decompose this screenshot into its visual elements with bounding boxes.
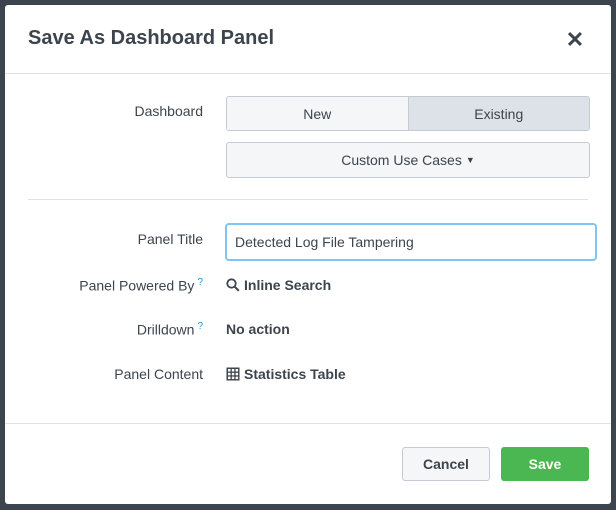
powered-by-text: Inline Search — [244, 277, 332, 293]
drilldown-text: Drilldown — [136, 321, 195, 338]
existing-dashboard-value: Custom Use Cases — [341, 152, 462, 168]
panel-powered-by-text: Panel Powered By — [79, 277, 195, 294]
panel-title-input[interactable] — [225, 223, 597, 261]
dashboard-type-toggle: New Existing — [226, 96, 590, 131]
panel-content-value: Statistics Table — [226, 366, 346, 382]
cancel-button[interactable]: Cancel — [402, 447, 490, 481]
panel-content-text: Statistics Table — [244, 366, 346, 382]
caret-down-icon: ▼ — [465, 155, 475, 165]
close-icon[interactable]: ✕ — [563, 27, 587, 53]
help-icon[interactable]: ? — [197, 321, 203, 332]
dialog-title: Save As Dashboard Panel — [28, 27, 275, 49]
dialog-header: Save As Dashboard Panel ✕ — [5, 5, 611, 74]
panel-powered-by-value: Inline Search — [226, 277, 331, 293]
dashboard-existing-option[interactable]: Existing — [408, 97, 589, 130]
drilldown-value: No action — [226, 321, 290, 337]
help-icon[interactable]: ? — [197, 277, 203, 288]
table-icon — [226, 367, 240, 381]
panel-content-label: Panel Content — [114, 366, 203, 382]
dashboard-new-option[interactable]: New — [227, 97, 409, 130]
save-as-dashboard-panel-dialog: Save As Dashboard Panel ✕ Dashboard New … — [5, 5, 611, 504]
search-icon — [226, 278, 240, 292]
panel-title-label: Panel Title — [137, 231, 203, 247]
save-button[interactable]: Save — [501, 447, 589, 481]
panel-powered-by-label: Panel Powered By? — [5, 277, 203, 294]
section-divider — [28, 199, 588, 200]
drilldown-label: Drilldown? — [5, 321, 203, 338]
existing-dashboard-select[interactable]: Custom Use Cases ▼ — [226, 142, 590, 178]
dashboard-label: Dashboard — [134, 103, 204, 119]
footer-divider — [5, 423, 611, 424]
